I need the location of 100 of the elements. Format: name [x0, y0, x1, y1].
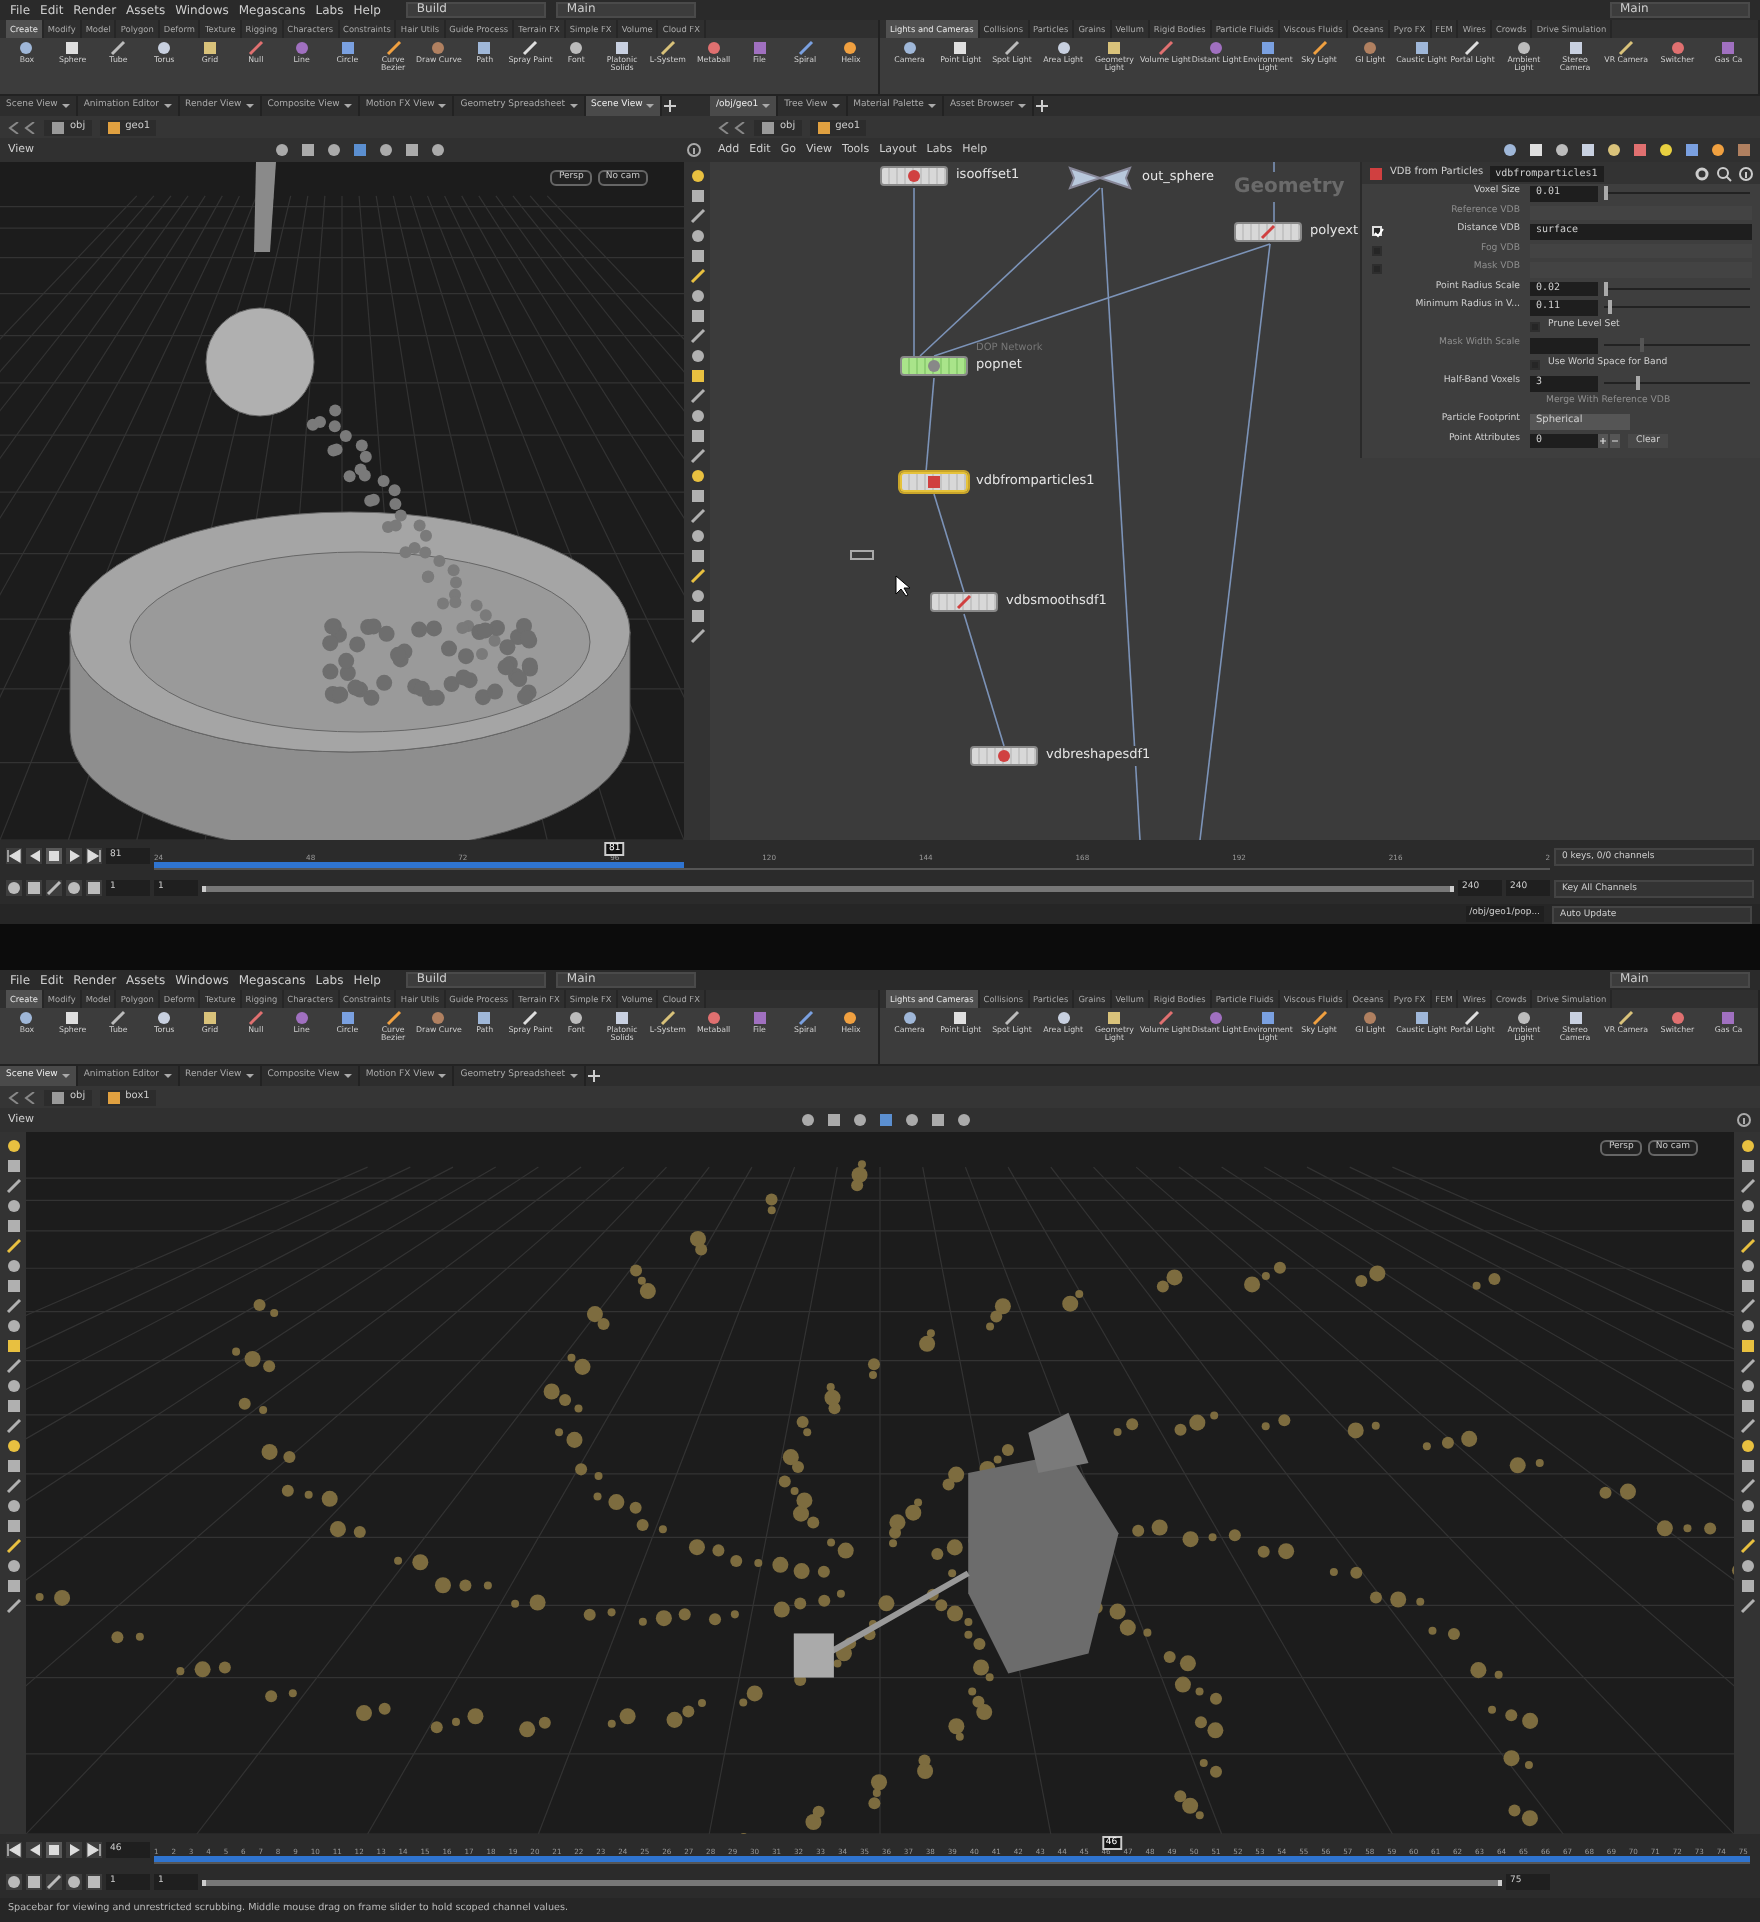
tool-icon: [385, 40, 402, 56]
tool-icon: [385, 1010, 402, 1026]
add-remove-icon[interactable]: [1598, 433, 1622, 448]
last-frame-icon: [86, 1842, 102, 1858]
tool-icon: [1362, 40, 1379, 56]
tool-icon: [751, 1010, 768, 1026]
playback-button[interactable]: [66, 848, 82, 864]
tool-icon: [110, 1010, 127, 1026]
playbar-option-button[interactable]: [66, 1874, 82, 1890]
tool-icon: [476, 40, 493, 56]
slider-handle[interactable]: [1636, 376, 1641, 391]
playbar-option-button[interactable]: [46, 880, 62, 896]
tool-icon: [156, 1010, 173, 1026]
tool-icon: [659, 40, 676, 56]
playbar-option-button[interactable]: [86, 1874, 102, 1890]
playbar-option-button[interactable]: [66, 880, 82, 896]
tool-icon: [156, 40, 173, 56]
tool-icon: [1055, 40, 1072, 56]
help-icon[interactable]: [686, 142, 702, 158]
playback-button[interactable]: [46, 848, 62, 864]
tool-icon: [1157, 1010, 1174, 1026]
tool-icon: [202, 1010, 218, 1026]
playbar-option-button[interactable]: [26, 880, 42, 896]
tool-icon: [952, 40, 969, 56]
playback-button[interactable]: [86, 1842, 102, 1858]
node-icon: [996, 748, 1012, 764]
range-slider[interactable]: [202, 1879, 1502, 1885]
network-node[interactable]: [930, 592, 998, 612]
network-node[interactable]: [900, 356, 968, 376]
text-field[interactable]: [1530, 205, 1752, 220]
checkbox[interactable]: [1530, 321, 1540, 332]
add-tab-icon[interactable]: [585, 1066, 602, 1086]
tool-icon: [1055, 1010, 1072, 1026]
help-icon[interactable]: [1738, 165, 1754, 181]
playbar-option-button[interactable]: [26, 1874, 42, 1890]
playback-button[interactable]: [46, 1842, 62, 1858]
last-frame-icon: [86, 848, 102, 864]
tool-icon: [1208, 1010, 1225, 1026]
tool-icon: [568, 40, 585, 56]
node-icon: [926, 474, 942, 490]
help-icon[interactable]: [1736, 1112, 1752, 1128]
slider-handle[interactable]: [1604, 186, 1608, 201]
search-icon[interactable]: [1716, 165, 1732, 181]
tool-icon: [1208, 40, 1225, 56]
add-tab-icon[interactable]: [662, 96, 679, 116]
tool-icon: [1515, 1010, 1532, 1026]
wire: [1273, 162, 1275, 223]
tool-icon: [901, 40, 918, 56]
playbar-option-button[interactable]: [6, 880, 22, 896]
playback-button[interactable]: [86, 848, 102, 864]
tool-icon: [1720, 1010, 1737, 1026]
slider-handle[interactable]: [1608, 300, 1613, 315]
step-back-icon: [26, 848, 42, 864]
playback-button[interactable]: [26, 848, 42, 864]
tool-icon: [1003, 1010, 1020, 1026]
playback-button[interactable]: [6, 1842, 22, 1858]
play-icon: [66, 1842, 82, 1858]
playback-button[interactable]: [6, 848, 22, 864]
add-tab-icon[interactable]: [1033, 96, 1050, 116]
playbar-option-button[interactable]: [6, 1874, 22, 1890]
null-node[interactable]: [1066, 166, 1134, 190]
network-node[interactable]: [880, 166, 948, 186]
number-field[interactable]: [1530, 338, 1598, 353]
network-node[interactable]: [970, 746, 1038, 766]
node-icon: [956, 594, 972, 610]
tool-icon: [247, 1010, 264, 1026]
tool-icon: [1259, 1010, 1276, 1026]
playback-button[interactable]: [26, 1842, 42, 1858]
text-field[interactable]: [1530, 243, 1752, 258]
tool-icon: [64, 40, 81, 56]
history-arrows-icon[interactable]: [8, 121, 36, 133]
tool-icon: [339, 40, 356, 56]
tool-icon: [705, 1010, 722, 1026]
tool-icon: [522, 40, 539, 56]
checkbox[interactable]: [1530, 359, 1540, 370]
tool-icon: [952, 1010, 969, 1026]
stop-icon: [46, 1842, 62, 1858]
wire: [963, 613, 1005, 747]
history-arrows-icon[interactable]: [718, 121, 746, 133]
settings-icon[interactable]: [1694, 165, 1710, 181]
slider-handle[interactable]: [1604, 281, 1608, 296]
stop-icon: [46, 848, 62, 864]
playbar-option-button[interactable]: [86, 880, 102, 896]
playbar-option-button[interactable]: [46, 1874, 62, 1890]
network-box[interactable]: [850, 550, 874, 560]
tool-icon: [842, 1010, 859, 1026]
network-node[interactable]: [1234, 222, 1302, 242]
timeline-slider[interactable]: [154, 1836, 1750, 1864]
tool-icon: [1157, 40, 1174, 56]
tool-icon: [842, 40, 859, 56]
range-slider[interactable]: [202, 885, 1454, 891]
network-node[interactable]: [900, 472, 968, 492]
playback-button[interactable]: [66, 1842, 82, 1858]
history-arrows-icon[interactable]: [8, 1091, 36, 1103]
tool-icon: [430, 40, 447, 56]
tool-icon: [1362, 1010, 1379, 1026]
node-icon: [906, 168, 922, 184]
tool-icon: [18, 40, 35, 56]
wire: [925, 377, 935, 473]
step-back-icon: [26, 1842, 42, 1858]
